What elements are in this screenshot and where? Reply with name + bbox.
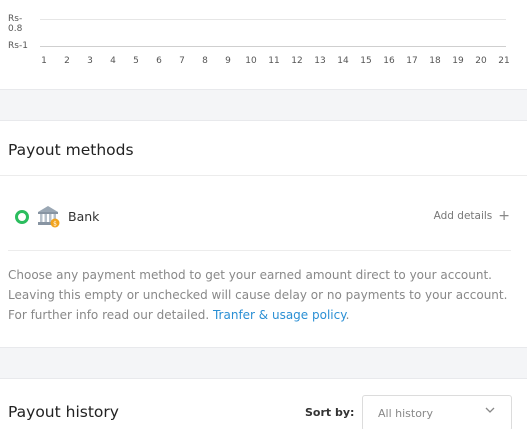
payout-methods-title: Payout methods bbox=[8, 141, 134, 159]
chart-gridline bbox=[40, 19, 506, 20]
bank-method-label: Bank bbox=[68, 209, 100, 224]
x-tick-label: 12 bbox=[291, 56, 303, 66]
x-tick-label: 8 bbox=[202, 56, 208, 66]
add-details-button[interactable]: Add details + bbox=[433, 208, 510, 224]
x-tick-label: 19 bbox=[452, 56, 464, 66]
earnings-chart: Rs-0.8 Rs-1 1 2 3 4 5 6 7 8 9 10 11 12 13 14 15 16 17 18 1… bbox=[0, 0, 527, 90]
divider bbox=[8, 250, 511, 251]
x-tick-label: 11 bbox=[268, 56, 280, 66]
sort-by-label: Sort by: bbox=[305, 406, 355, 419]
x-tick-label: 20 bbox=[475, 56, 487, 66]
sort-select[interactable]: All history bbox=[362, 395, 512, 429]
x-tick-label: 3 bbox=[87, 56, 93, 66]
x-tick-label: 5 bbox=[133, 56, 139, 66]
y-tick-label: Rs-1 bbox=[8, 41, 28, 51]
x-tick-label: 21 bbox=[498, 56, 510, 66]
divider bbox=[0, 175, 527, 176]
x-tick-label: 2 bbox=[64, 56, 70, 66]
payout-history-card: Payout history Sort by: All history bbox=[0, 378, 527, 429]
x-tick-label: 18 bbox=[429, 56, 441, 66]
add-details-label: Add details bbox=[433, 210, 493, 222]
x-tick-label: 9 bbox=[225, 56, 231, 66]
x-tick-label: 16 bbox=[383, 56, 395, 66]
chart-baseline bbox=[40, 46, 506, 47]
bank-icon: $ bbox=[38, 206, 60, 228]
sort-select-value: All history bbox=[378, 407, 433, 420]
payout-note-suffix: . bbox=[345, 308, 350, 322]
bank-radio[interactable] bbox=[15, 210, 29, 224]
x-tick-label: 7 bbox=[179, 56, 185, 66]
payout-note: Choose any payment method to get your ea… bbox=[8, 265, 513, 325]
x-tick-label: 4 bbox=[110, 56, 116, 66]
transfer-policy-link[interactable]: Tranfer & usage policy bbox=[213, 308, 346, 322]
y-tick-label: Rs-0.8 bbox=[8, 14, 23, 34]
x-tick-label: 14 bbox=[337, 56, 349, 66]
x-tick-label: 17 bbox=[406, 56, 418, 66]
svg-text:$: $ bbox=[53, 221, 57, 228]
x-tick-label: 10 bbox=[245, 56, 257, 66]
x-tick-label: 6 bbox=[156, 56, 162, 66]
x-tick-label: 1 bbox=[41, 56, 47, 66]
chevron-down-icon bbox=[485, 407, 495, 413]
plus-icon: + bbox=[498, 208, 510, 224]
x-tick-label: 13 bbox=[314, 56, 326, 66]
payout-history-title: Payout history bbox=[8, 403, 119, 421]
payout-methods-card: Payout methods $ Bank Add details + Choo… bbox=[0, 120, 527, 348]
x-tick-label: 15 bbox=[360, 56, 372, 66]
